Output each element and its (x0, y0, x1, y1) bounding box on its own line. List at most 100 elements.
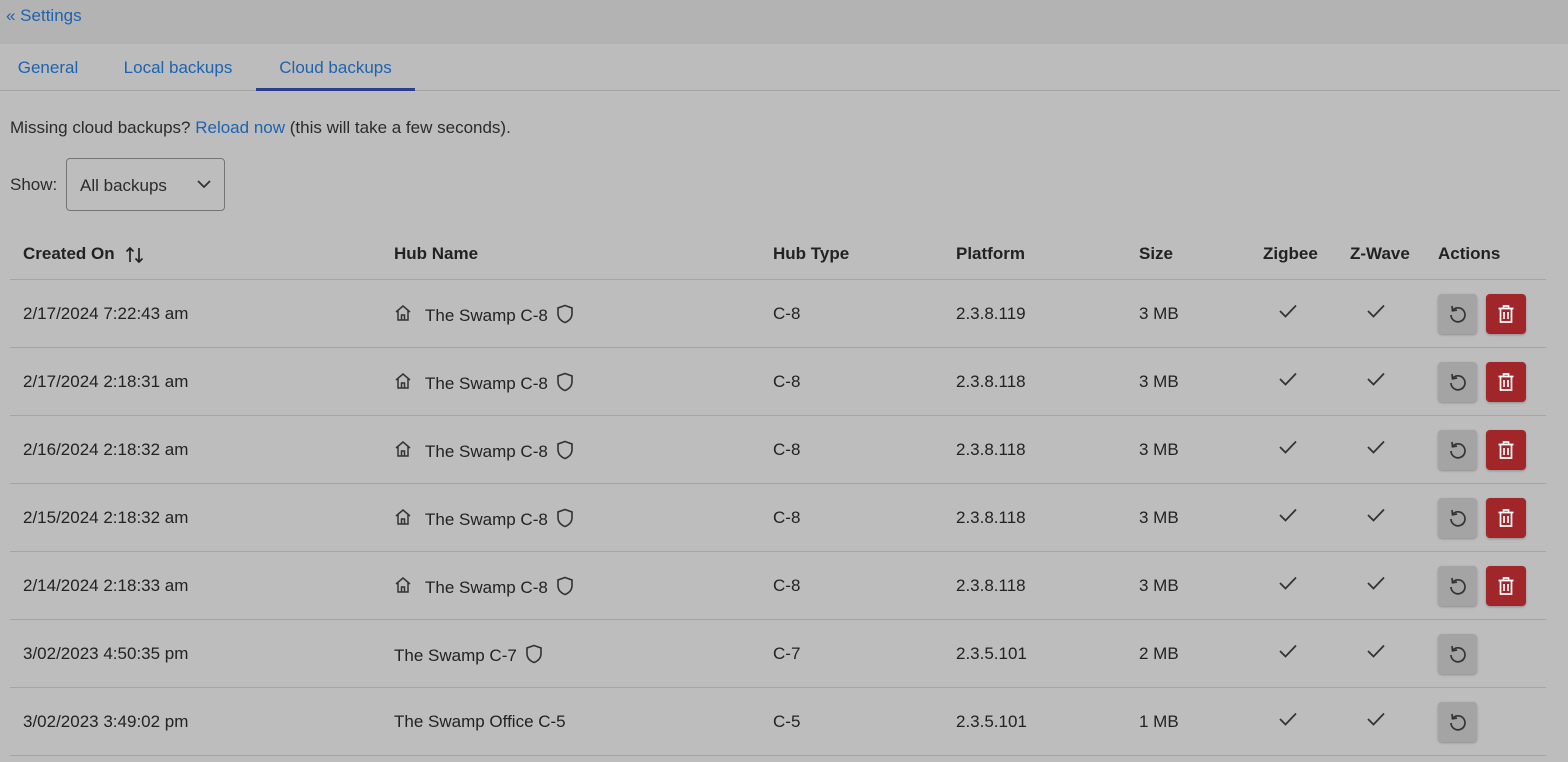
zwave-cell (1366, 643, 1386, 664)
check-icon (1367, 508, 1385, 522)
zwave-cell (1366, 371, 1386, 392)
table-row: 2/17/2024 2:18:31 am The Swamp C-8 C-8 2.3.… (10, 348, 1546, 416)
column-platform: Platform (956, 244, 1025, 263)
tab-local-backups[interactable]: Local backups (100, 46, 256, 91)
zigbee-cell (1278, 303, 1298, 324)
table-row: 2/14/2024 2:18:33 am The Swamp C-8 C-8 2.3.… (10, 552, 1546, 620)
restore-button[interactable] (1438, 362, 1477, 402)
platform-cell: 2.3.5.101 (956, 712, 1027, 731)
zwave-cell (1366, 439, 1386, 460)
size-cell: 3 MB (1139, 508, 1179, 527)
column-created-on-label: Created On (23, 244, 115, 263)
tab-bar: General Local backups Cloud backups (0, 46, 1560, 91)
delete-button[interactable] (1486, 498, 1526, 538)
home-icon (395, 441, 411, 457)
column-created-on[interactable]: Created On (23, 244, 145, 265)
shield-icon (557, 508, 573, 528)
check-icon (1367, 576, 1385, 590)
platform-cell: 2.3.8.118 (956, 508, 1026, 527)
check-icon (1279, 304, 1297, 318)
restore-icon (1450, 577, 1466, 595)
check-icon (1367, 712, 1385, 726)
zigbee-cell (1278, 711, 1298, 732)
hub-name-cell: The Swamp C-8 (425, 508, 574, 530)
sort-icon[interactable] (125, 245, 145, 265)
check-icon (1367, 372, 1385, 386)
restore-icon (1450, 713, 1466, 731)
check-icon (1367, 644, 1385, 658)
hub-name-cell: The Swamp C-8 (425, 304, 574, 326)
hub-name-cell: The Swamp C-8 (425, 440, 574, 462)
platform-cell: 2.3.5.101 (956, 644, 1027, 663)
size-cell: 1 MB (1139, 712, 1179, 731)
shield-icon (557, 440, 573, 460)
zigbee-cell (1278, 371, 1298, 392)
delete-button[interactable] (1486, 430, 1526, 470)
platform-cell: 2.3.8.118 (956, 372, 1026, 391)
backups-table: Created On Hub Name Hub Type Platform Si… (10, 228, 1546, 756)
delete-button[interactable] (1486, 294, 1526, 334)
hub-name-cell: The Swamp C-7 (394, 644, 543, 666)
size-cell: 3 MB (1139, 304, 1179, 323)
hub-name-text: The Swamp Office C-5 (394, 712, 566, 731)
column-size: Size (1139, 244, 1174, 263)
shield-icon (526, 644, 542, 664)
restore-button[interactable] (1438, 634, 1477, 674)
hub-type-cell: C-8 (773, 372, 801, 391)
column-hub-name: Hub Name (394, 244, 479, 263)
back-to-settings-link[interactable]: « Settings (6, 6, 82, 26)
delete-button[interactable] (1486, 362, 1526, 402)
column-zwave: Z-Wave (1350, 244, 1410, 263)
restore-button[interactable] (1438, 566, 1477, 606)
zwave-cell (1366, 507, 1386, 528)
shield-icon (557, 372, 573, 392)
created-on-cell: 3/02/2023 3:49:02 pm (23, 712, 189, 731)
home-icon (395, 577, 411, 593)
created-on-cell: 2/17/2024 7:22:43 am (23, 304, 189, 323)
trash-icon (1498, 577, 1514, 595)
show-filter-label: Show: (10, 175, 58, 194)
column-actions: Actions (1438, 244, 1501, 263)
hub-name-text: The Swamp C-8 (425, 510, 548, 529)
check-icon (1279, 712, 1297, 726)
zigbee-cell (1278, 575, 1298, 596)
table-row: 2/16/2024 2:18:32 am The Swamp C-8 C-8 2.3.… (10, 416, 1546, 484)
notice-prefix: Missing cloud backups? (10, 118, 191, 137)
column-hub-type: Hub Type (773, 244, 850, 263)
column-zigbee: Zigbee (1263, 244, 1318, 263)
tab-general[interactable]: General (0, 46, 96, 91)
hub-type-cell: C-8 (773, 304, 801, 323)
zwave-cell (1366, 711, 1386, 732)
top-bar: « Settings (0, 0, 1568, 44)
table-header: Created On Hub Name Hub Type Platform Si… (10, 228, 1546, 280)
platform-cell: 2.3.8.119 (956, 304, 1026, 323)
restore-icon (1450, 509, 1466, 527)
home-icon (395, 509, 411, 525)
tab-cloud-backups[interactable]: Cloud backups (256, 46, 415, 91)
restore-button[interactable] (1438, 702, 1477, 742)
check-icon (1279, 440, 1297, 454)
restore-icon (1450, 305, 1466, 323)
zwave-cell (1366, 303, 1386, 324)
hub-name-cell: The Swamp C-8 (425, 576, 574, 598)
size-cell: 2 MB (1139, 644, 1179, 663)
hub-type-cell: C-8 (773, 508, 801, 527)
table-row: 2/15/2024 2:18:32 am The Swamp C-8 C-8 2.3.… (10, 484, 1546, 552)
restore-button[interactable] (1438, 498, 1477, 538)
table-row: 3/02/2023 4:50:35 pm The Swamp C-7 C-7 2.3.… (10, 620, 1546, 688)
delete-button[interactable] (1486, 566, 1526, 606)
hub-name-text: The Swamp C-8 (425, 578, 548, 597)
trash-icon (1498, 305, 1514, 323)
hub-type-cell: C-7 (773, 644, 801, 663)
hub-type-cell: C-8 (773, 576, 801, 595)
restore-button[interactable] (1438, 294, 1477, 334)
trash-icon (1498, 373, 1514, 391)
table-row: 3/02/2023 3:49:02 pm The Swamp Office C-5… (10, 688, 1546, 756)
restore-button[interactable] (1438, 430, 1477, 470)
reload-now-link[interactable]: Reload now (195, 118, 285, 137)
zigbee-cell (1278, 507, 1298, 528)
home-icon (395, 373, 411, 389)
check-icon (1279, 508, 1297, 522)
check-icon (1279, 372, 1297, 386)
backup-filter-select[interactable]: All backups (66, 158, 225, 211)
